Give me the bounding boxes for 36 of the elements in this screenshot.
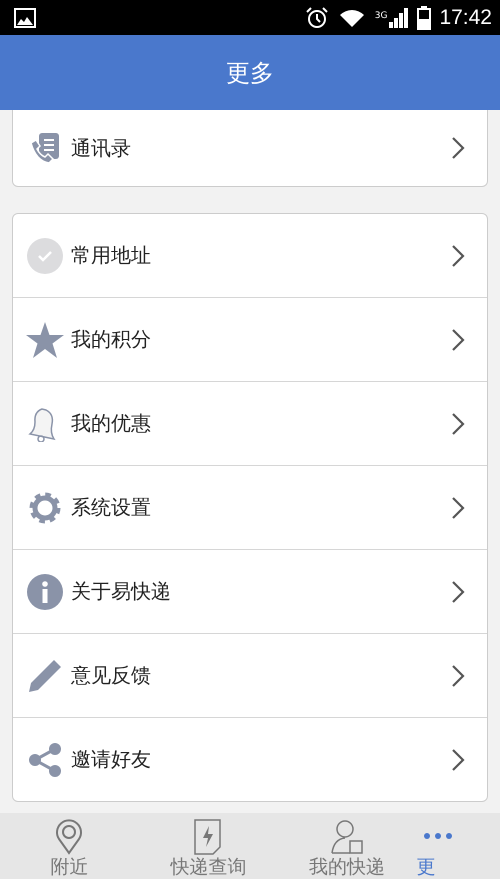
chevron-right-icon [451, 664, 465, 688]
pencil-icon [27, 658, 63, 694]
menu-item[interactable]: 意见反馈 [13, 633, 487, 717]
person-box-icon [330, 819, 364, 855]
document-bolt-icon [194, 819, 222, 855]
menu-item[interactable]: 我的积分 [13, 297, 487, 381]
alarm-icon [304, 6, 329, 28]
chevron-right-icon [451, 136, 465, 160]
page-title: 更多 [226, 58, 274, 88]
tab[interactable]: 我的快递 [278, 813, 417, 879]
check-circle-icon [27, 238, 63, 274]
chevron-right-icon [451, 748, 465, 772]
chevron-right-icon [451, 412, 465, 436]
location-pin-icon [54, 819, 84, 855]
menu-item[interactable]: 邀请好友 [13, 717, 487, 801]
gear-icon [27, 490, 63, 526]
chevron-right-icon [451, 244, 465, 268]
chevron-right-icon [451, 580, 465, 604]
menu-item[interactable]: 常用地址 [13, 214, 487, 297]
clock-time: 17:42 [439, 6, 492, 30]
tab[interactable]: 附近 [0, 813, 139, 879]
signal-icon [389, 6, 410, 28]
share-icon [27, 742, 63, 778]
menu-item[interactable]: 我的优惠 [13, 381, 487, 465]
chevron-right-icon [451, 496, 465, 520]
info-icon [27, 574, 63, 610]
star-icon [26, 322, 64, 358]
chevron-right-icon [451, 328, 465, 352]
battery-icon [417, 6, 432, 30]
image-icon [14, 8, 36, 28]
more-dots-icon [422, 831, 453, 841]
tab[interactable]: 快递查询 [138, 813, 278, 879]
menu-item[interactable]: 通讯录 [13, 110, 487, 186]
menu-item[interactable]: 系统设置 [13, 465, 487, 549]
network-type: 3G [374, 10, 388, 20]
menu-item[interactable]: 关于易快递 [13, 549, 487, 633]
